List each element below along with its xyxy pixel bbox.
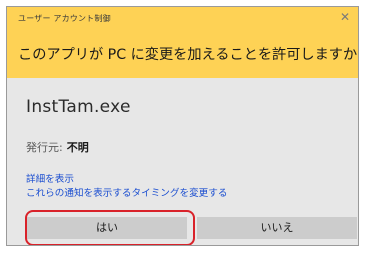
show-details-link[interactable]: 詳細を表示	[26, 171, 74, 185]
dialog-title: ユーザー アカウント制御	[18, 14, 111, 23]
app-name: InstTam.exe	[26, 97, 131, 117]
publisher-label: 発行元:	[26, 141, 63, 154]
close-icon[interactable]: ✕	[338, 10, 352, 24]
change-notification-link[interactable]: これらの通知を表示するタイミングを変更する	[26, 185, 227, 199]
publisher-row: 発行元: 不明	[26, 139, 89, 155]
no-button[interactable]: いいえ	[197, 217, 357, 239]
dialog-header: ユーザー アカウント制御 ✕ このアプリが PC に変更を加えることを許可します…	[7, 7, 358, 78]
permission-question: このアプリが PC に変更を加えることを許可しますか?	[18, 47, 359, 63]
publisher-value: 不明	[66, 141, 89, 154]
yes-button[interactable]: はい	[27, 217, 187, 239]
uac-dialog: ユーザー アカウント制御 ✕ このアプリが PC に変更を加えることを許可します…	[6, 6, 359, 246]
